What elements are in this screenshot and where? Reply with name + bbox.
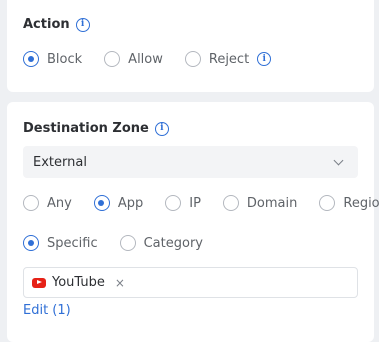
radio-checked-icon <box>23 235 39 251</box>
action-radio-group: Block Allow Reject i <box>23 51 272 67</box>
radio-region[interactable]: Region <box>319 195 379 211</box>
edit-link[interactable]: Edit (1) <box>23 303 71 318</box>
zone-select-value: External <box>33 154 87 170</box>
radio-label: Reject <box>208 51 250 67</box>
info-icon[interactable]: i <box>154 121 169 136</box>
app-tag: YouTube × <box>32 275 125 290</box>
radio-block[interactable]: Block <box>23 51 82 67</box>
radio-any[interactable]: Any <box>23 195 72 211</box>
zone-select[interactable]: External <box>23 146 358 178</box>
radio-unchecked-icon <box>119 235 136 251</box>
radio-label: Allow <box>128 51 163 67</box>
radio-label: App <box>117 195 144 211</box>
radio-checked-icon <box>23 51 39 67</box>
radio-unchecked-icon <box>23 195 39 211</box>
destination-heading: Destination Zone i <box>23 121 169 136</box>
youtube-icon <box>32 277 46 288</box>
radio-label: IP <box>189 195 201 211</box>
destination-title: Destination Zone <box>23 121 149 136</box>
radio-label: Any <box>47 195 72 211</box>
action-card: Action i Block Allow Reject i <box>7 0 374 92</box>
reject-info-icon[interactable]: i <box>257 52 272 66</box>
destination-type-group: Any App IP Domain Region <box>23 195 379 211</box>
chevron-down-icon <box>333 155 344 165</box>
radio-label: Block <box>47 51 83 67</box>
radio-checked-icon <box>93 195 110 211</box>
radio-specific[interactable]: Specific <box>23 235 98 251</box>
app-tag-label: YouTube <box>52 275 105 290</box>
radio-unchecked-icon <box>184 51 201 67</box>
radio-domain[interactable]: Domain <box>222 195 298 211</box>
radio-unchecked-icon <box>165 195 182 211</box>
radio-label: Domain <box>246 195 298 211</box>
destination-card: Destination Zone i External Any App IP D… <box>7 102 379 342</box>
action-heading: Action i <box>23 17 90 32</box>
radio-category[interactable]: Category <box>119 235 203 251</box>
radio-unchecked-icon <box>319 195 336 211</box>
destination-scope-group: Specific Category <box>23 235 225 251</box>
radio-unchecked-icon <box>222 195 239 211</box>
radio-ip[interactable]: IP <box>165 195 201 211</box>
radio-allow[interactable]: Allow <box>104 51 163 67</box>
radio-label: Category <box>143 235 203 251</box>
app-tag-input[interactable]: YouTube × <box>23 267 358 298</box>
radio-reject[interactable]: Reject <box>184 51 250 67</box>
remove-tag-icon[interactable]: × <box>115 276 125 290</box>
radio-label: Specific <box>47 235 98 251</box>
radio-label: Region <box>343 195 379 211</box>
info-icon[interactable]: i <box>75 17 90 32</box>
action-title: Action <box>23 17 70 32</box>
radio-app[interactable]: App <box>93 195 144 211</box>
radio-unchecked-icon <box>104 51 121 67</box>
